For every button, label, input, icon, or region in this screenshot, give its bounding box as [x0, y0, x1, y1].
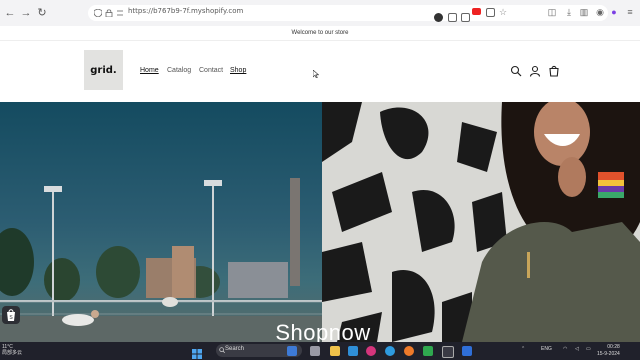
copilot-icon[interactable]: [287, 346, 297, 356]
task-view-icon[interactable]: [310, 346, 320, 356]
youtube-icon[interactable]: [472, 8, 481, 15]
back-icon[interactable]: ←: [4, 7, 16, 19]
stadium-scene-illustration: [0, 178, 322, 342]
weather-desc: 局部多云: [2, 350, 23, 356]
windows-taskbar: 11°C 局部多云 Search ⌃ ENG ◠ ◁ ▭ 00:28 15-9-…: [0, 342, 640, 360]
url-text[interactable]: https://b767b9-7f.myshopify.com: [128, 7, 243, 15]
mouse-cursor-icon: [313, 70, 319, 78]
weather-widget[interactable]: 11°C 局部多云: [2, 344, 22, 356]
shield-icon: [94, 9, 102, 17]
start-icon[interactable]: [192, 346, 202, 359]
system-clock[interactable]: 00:28 15-9-2024: [597, 344, 620, 358]
github-icon[interactable]: [434, 13, 443, 22]
firefox-icon[interactable]: [404, 346, 414, 356]
screenshot-icon[interactable]: [448, 13, 457, 22]
search-label: Search: [225, 346, 245, 352]
account-icon[interactable]: [529, 65, 541, 77]
browser-toolbar: ← → ↻ https://b767b9-7f.myshopify.com ☆ …: [0, 0, 640, 27]
search-icon[interactable]: [510, 65, 522, 77]
hero-photo-woman: [322, 102, 640, 342]
nav-contact-link[interactable]: Contact: [199, 67, 223, 74]
chevron-up-icon[interactable]: ⌃: [521, 346, 525, 352]
edge-icon[interactable]: [385, 346, 395, 356]
volume-icon[interactable]: ◁: [575, 346, 579, 352]
announcement-bar: Welcome to our store: [0, 26, 640, 41]
bookmark-star-icon[interactable]: ☆: [499, 8, 508, 17]
sidebar-icon[interactable]: [461, 13, 470, 22]
hero-title[interactable]: Shopnow: [0, 320, 640, 342]
lock-icon: [105, 9, 113, 17]
pinned-app-icon[interactable]: [366, 346, 376, 356]
nav-catalog-link[interactable]: Catalog: [167, 67, 191, 74]
terminal-icon[interactable]: [423, 346, 433, 356]
shopify-badge[interactable]: S: [2, 306, 20, 324]
wifi-icon[interactable]: ◠: [563, 346, 567, 352]
language-indicator[interactable]: ENG: [541, 346, 552, 352]
hero-banner[interactable]: Shopnow: [0, 102, 640, 342]
nav-shop-link[interactable]: Shop: [230, 67, 246, 74]
download-icon[interactable]: ⤓: [564, 7, 574, 17]
store-logo[interactable]: grid.: [84, 50, 123, 90]
vscode-icon[interactable]: [462, 346, 472, 356]
address-bar[interactable]: https://b767b9-7f.myshopify.com ☆: [88, 5, 608, 22]
cart-icon[interactable]: [548, 65, 560, 77]
permissions-icon[interactable]: [116, 9, 124, 17]
store-icon[interactable]: [348, 346, 358, 356]
store-header: grid. Home Catalog Contact Shop: [0, 41, 640, 102]
battery-icon[interactable]: ▭: [586, 346, 591, 352]
refresh-icon[interactable]: ↻: [36, 7, 48, 19]
notepad-icon[interactable]: [442, 346, 454, 358]
nav-home-link[interactable]: Home: [140, 67, 159, 74]
file-explorer-icon[interactable]: [330, 346, 340, 356]
clock-date: 15-9-2024: [597, 351, 620, 357]
forward-icon[interactable]: →: [20, 7, 32, 19]
reader-view-icon[interactable]: [486, 8, 495, 17]
hero-photo-stadium: [0, 102, 322, 342]
clock-time: 00:28: [607, 344, 620, 350]
menu-icon[interactable]: ≡: [625, 7, 635, 17]
shopify-bag-icon: S: [7, 309, 15, 321]
extensions-icon[interactable]: ●: [609, 7, 619, 17]
pocket-icon[interactable]: ◫: [547, 7, 557, 17]
account-icon[interactable]: ◉: [595, 7, 605, 17]
graffiti-portrait-illustration: [322, 102, 640, 342]
library-icon[interactable]: ▥: [579, 7, 589, 17]
